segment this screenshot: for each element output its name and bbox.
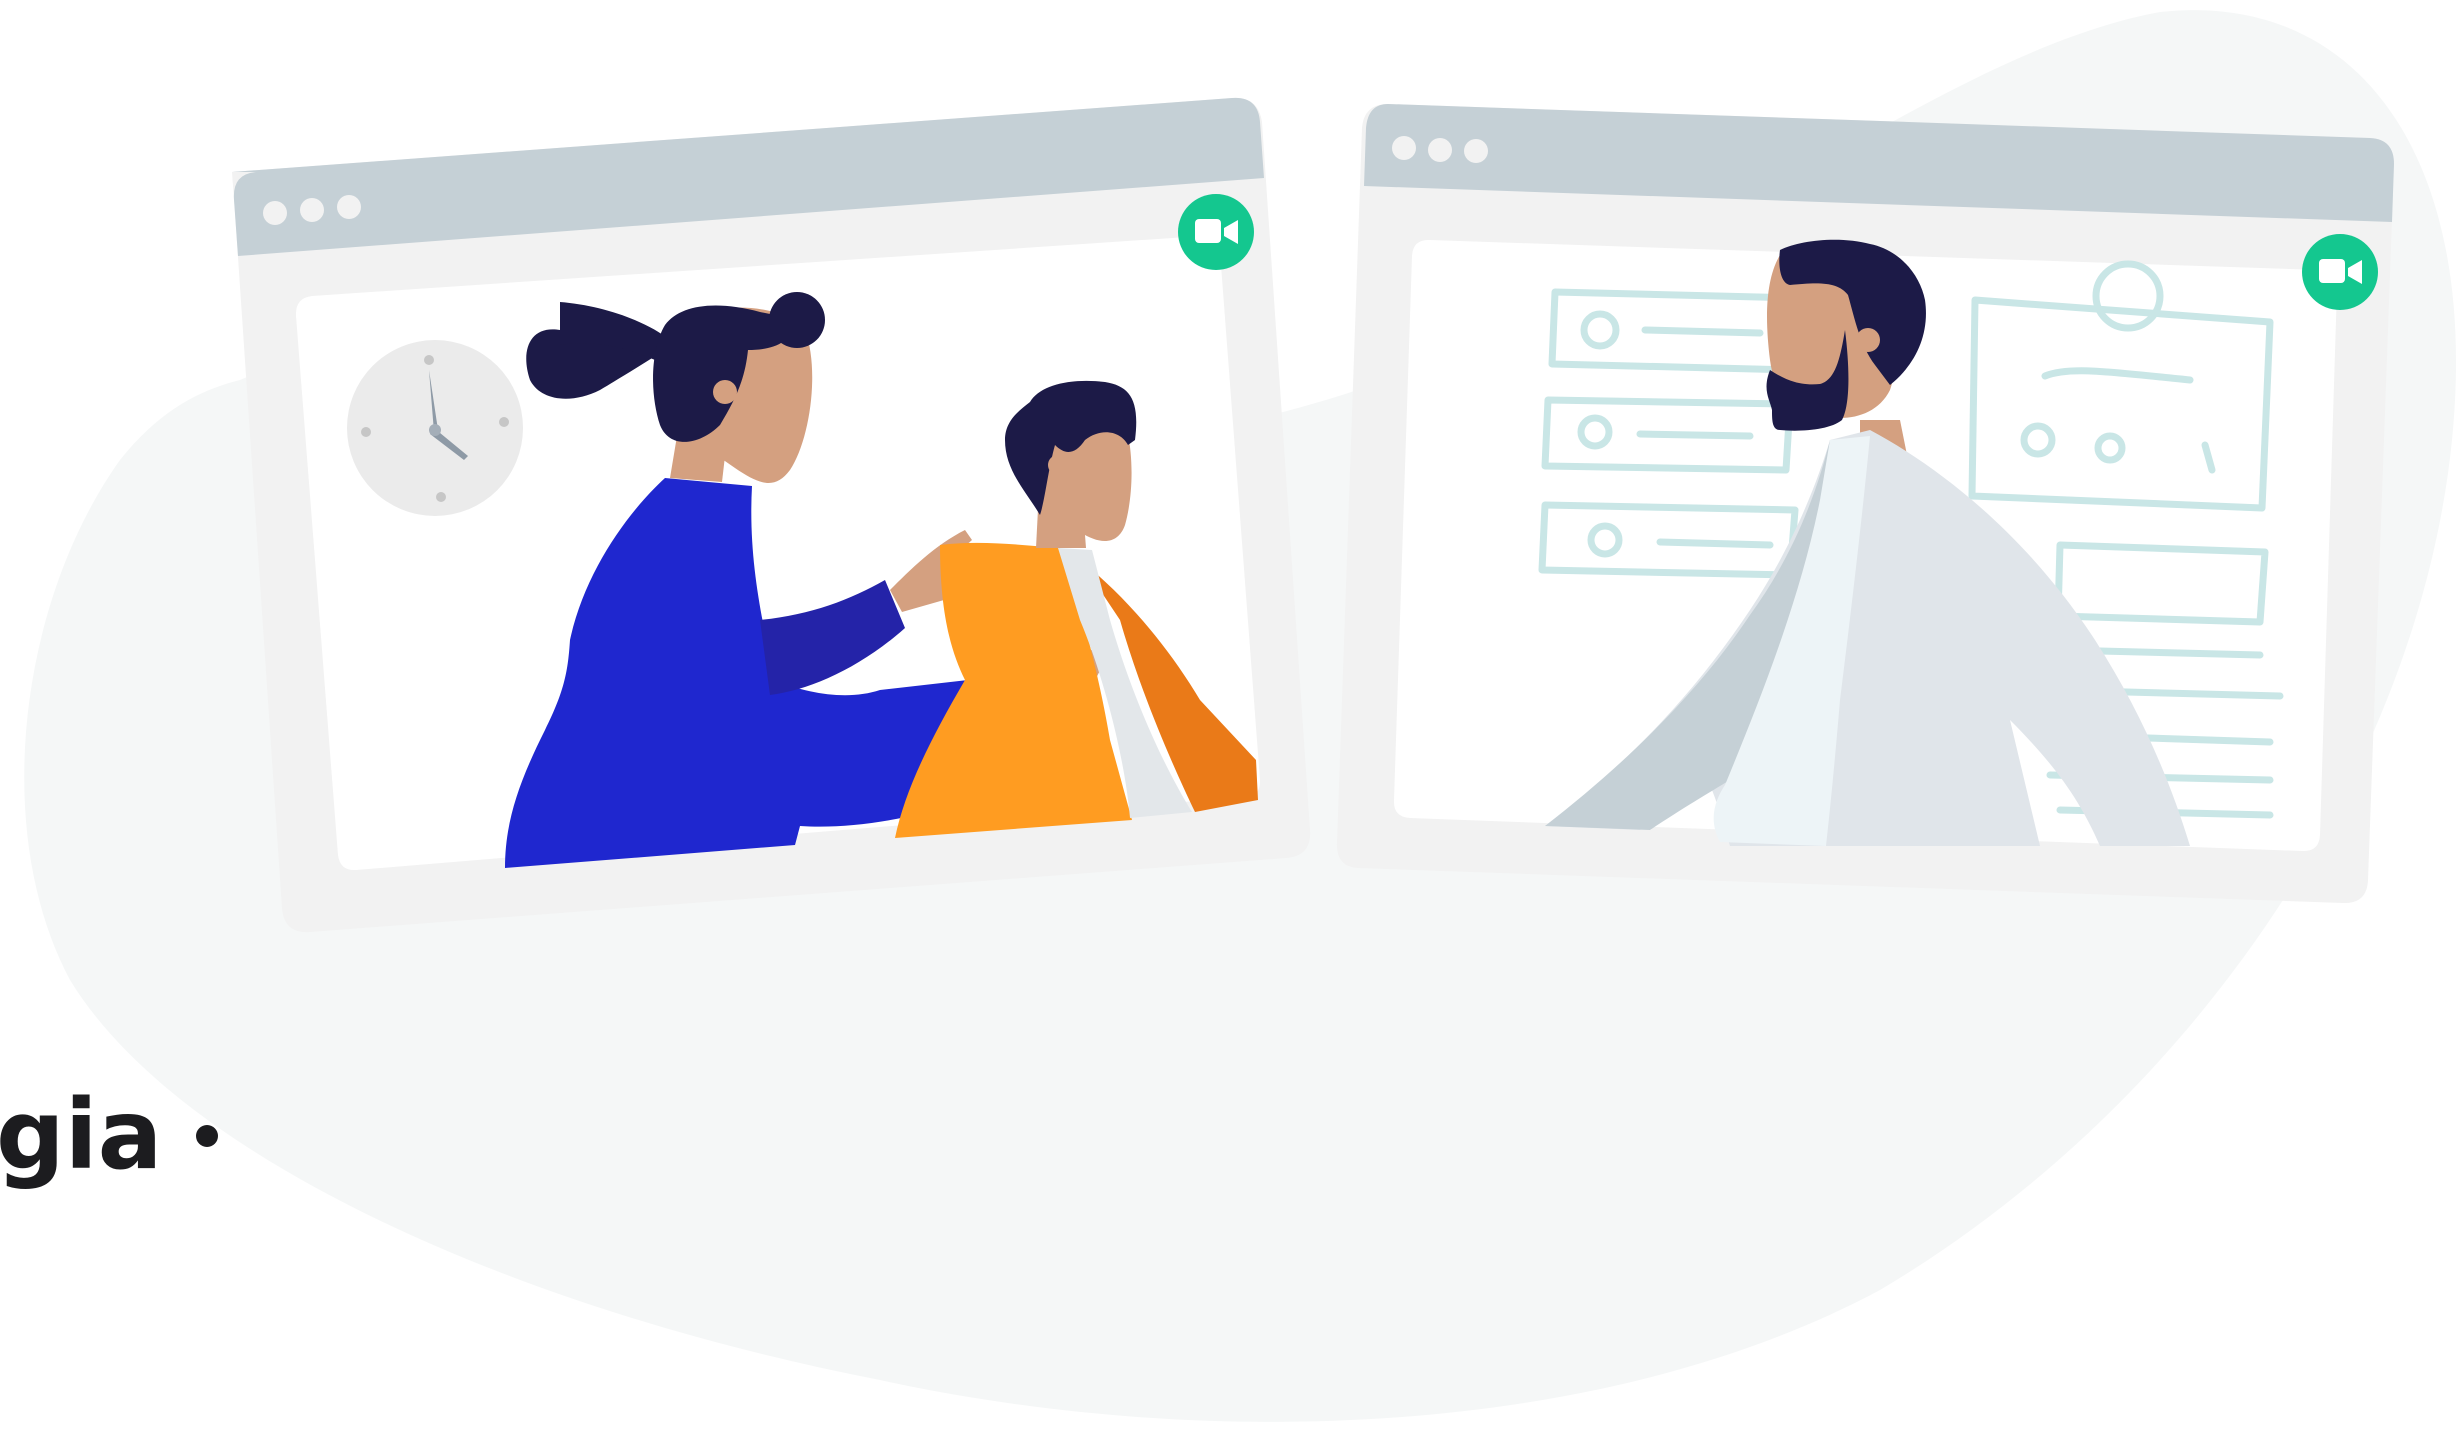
window-dot-icon [300, 198, 324, 222]
window-dot-icon [1428, 138, 1452, 162]
right-call-window [1336, 104, 2394, 904]
illustration [24, 10, 2457, 1422]
caption-word: gia [0, 1079, 163, 1191]
window-dot-icon [263, 201, 287, 225]
video-camera-icon[interactable] [2302, 234, 2378, 310]
window-dot-icon [1464, 139, 1488, 163]
window-dot-icon [1392, 136, 1416, 160]
left-call-window [232, 97, 1311, 933]
caption-text: gia [0, 1079, 219, 1191]
window-dot-icon [337, 195, 361, 219]
video-camera-icon[interactable] [1178, 194, 1254, 270]
bullet-dot-icon [196, 1124, 219, 1147]
clock-icon [347, 340, 523, 516]
